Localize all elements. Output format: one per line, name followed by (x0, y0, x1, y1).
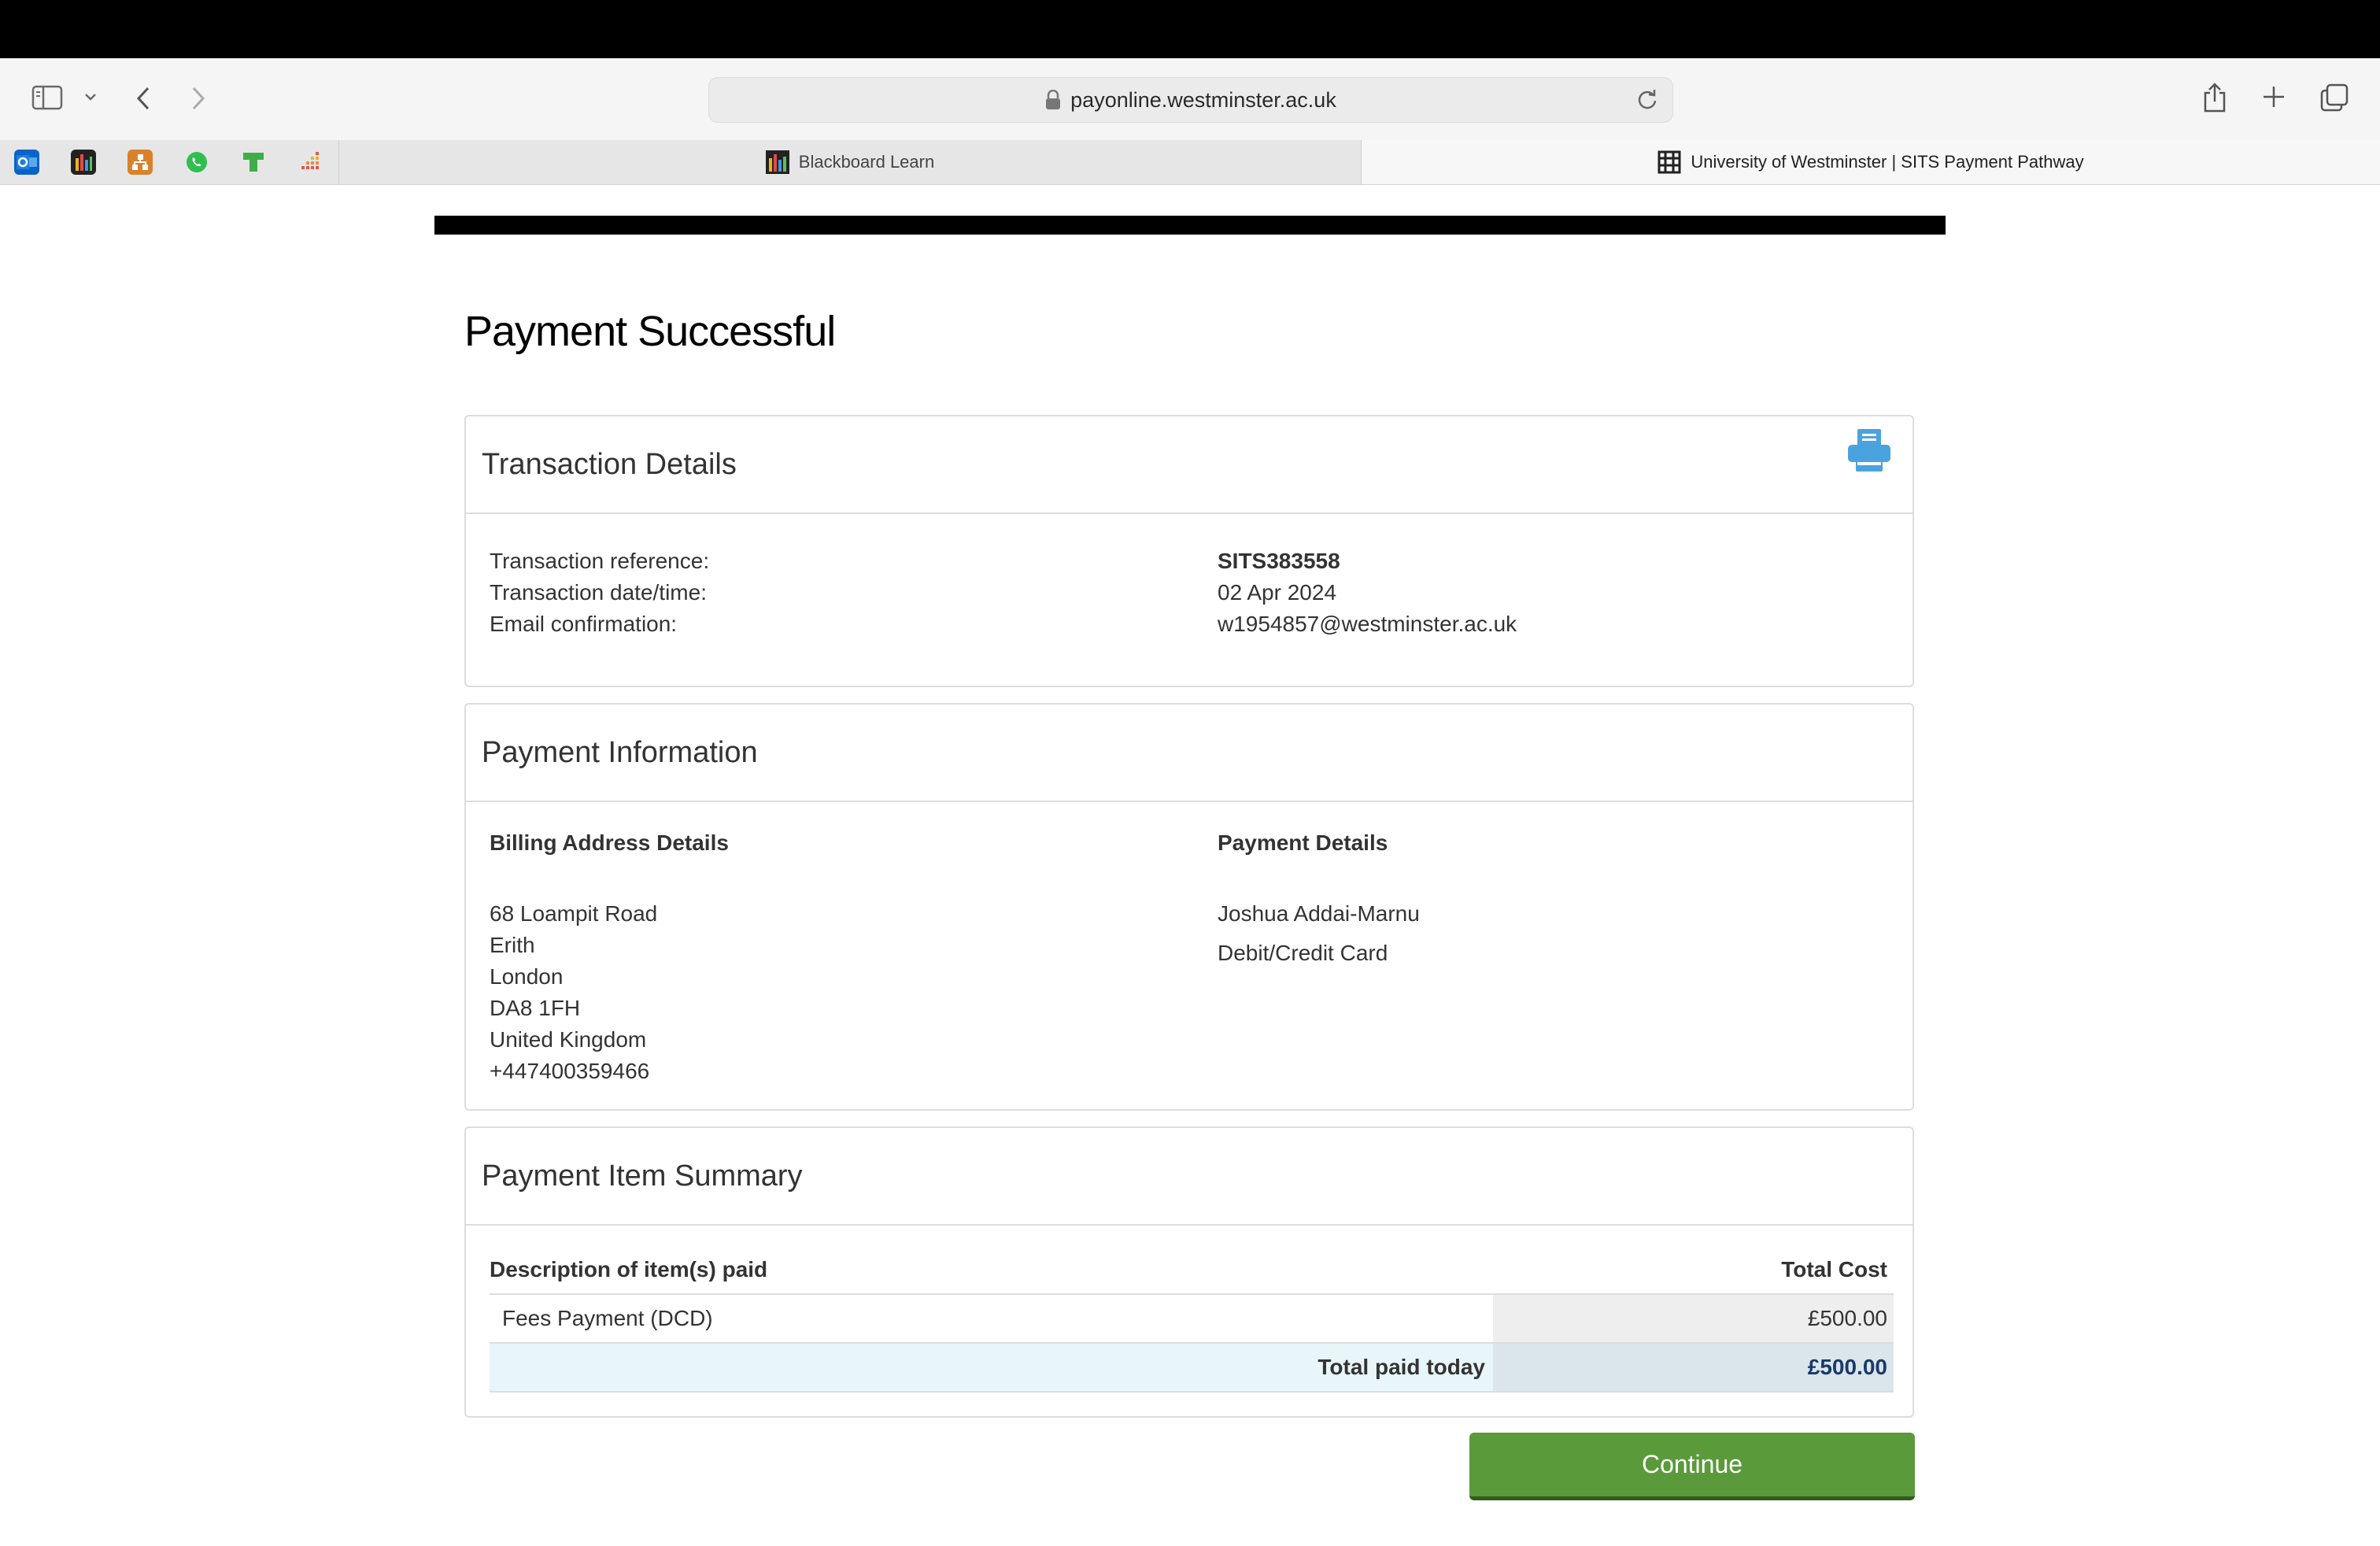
page-title: Payment Successful (464, 308, 836, 355)
header-banner (434, 216, 1946, 235)
screen-top-bar (0, 0, 2380, 58)
reference-value: SITS383558 (1218, 549, 1340, 573)
billing-line: +447400359466 (490, 1059, 650, 1083)
url-text: payonline.westminster.ac.uk (1070, 87, 1336, 112)
billing-line: Erith (490, 933, 535, 957)
email-value: w1954857@westminster.ac.uk (1218, 612, 1517, 636)
address-bar[interactable]: payonline.westminster.ac.uk (708, 77, 1673, 123)
tab-bar: Blackboard Learn University of Westminst… (0, 140, 2380, 185)
table-header-row: Description of item(s) paid Total Cost (490, 1254, 1894, 1295)
summary-table: Description of item(s) paid Total Cost F… (490, 1254, 1894, 1393)
datetime-label: Transaction date/time: (490, 580, 707, 605)
whatsapp-icon[interactable] (184, 150, 209, 175)
total-row: Total paid today £500.00 (490, 1343, 1894, 1393)
building-icon (1658, 150, 1681, 174)
new-tab-icon[interactable] (2262, 85, 2286, 109)
payment-summary-panel: Payment Item Summary Description of item… (464, 1126, 1914, 1418)
chart-bars-icon (765, 150, 789, 174)
total-value: £500.00 (1493, 1343, 1894, 1393)
payment-details-heading: Payment Details (1218, 830, 1388, 855)
payment-information-panel: Payment Information Billing Address Deta… (464, 703, 1914, 1111)
panel-heading: Payment Item Summary (466, 1128, 1913, 1226)
payer-name: Joshua Addai-Marnu (1218, 901, 1420, 926)
transaction-details-heading: Transaction Details (482, 447, 737, 481)
sidebar-toggle-icon[interactable] (31, 85, 63, 110)
payment-summary-heading: Payment Item Summary (482, 1159, 803, 1193)
item-description: Fees Payment (DCD) (490, 1294, 1493, 1344)
outlook-icon[interactable] (14, 150, 39, 175)
total-label: Total paid today (490, 1343, 1493, 1393)
printer-icon[interactable] (1846, 427, 1892, 481)
chart-bars-icon[interactable] (71, 150, 96, 175)
table-row: Fees Payment (DCD) £500.00 (490, 1294, 1894, 1344)
billing-line: DA8 1FH (490, 996, 581, 1020)
panel-heading: Transaction Details (466, 416, 1913, 514)
network-icon[interactable] (128, 150, 153, 175)
tab-overview-icon[interactable] (2320, 83, 2349, 112)
tab-blackboard[interactable]: Blackboard Learn (339, 140, 1361, 184)
billing-line: London (490, 964, 564, 989)
tab-sits-payment[interactable]: University of Westminster | SITS Payment… (1362, 140, 2380, 184)
transaction-details-panel: Transaction Details Transaction referenc… (464, 415, 1914, 687)
browser-toolbar: payonline.westminster.ac.uk (0, 58, 2380, 140)
billing-line: 68 Loampit Road (490, 901, 658, 926)
lock-icon (1045, 90, 1061, 110)
share-icon[interactable] (2202, 82, 2227, 113)
description-column-header: Description of item(s) paid (490, 1254, 1493, 1295)
billing-heading: Billing Address Details (490, 830, 729, 855)
payment-method: Debit/Credit Card (1218, 941, 1388, 965)
billing-line: United Kingdom (490, 1027, 647, 1052)
chevron-down-icon[interactable] (83, 91, 98, 102)
forward-icon[interactable] (189, 85, 208, 112)
email-label: Email confirmation: (490, 612, 678, 636)
dots-chart-icon[interactable] (298, 150, 323, 175)
item-cost: £500.00 (1493, 1294, 1894, 1344)
reload-icon[interactable] (1636, 88, 1658, 117)
datetime-value: 02 Apr 2024 (1218, 580, 1337, 605)
payment-information-heading: Payment Information (482, 735, 758, 769)
cost-column-header: Total Cost (1493, 1254, 1894, 1295)
green-block-icon[interactable] (241, 150, 266, 175)
back-icon[interactable] (134, 85, 153, 112)
tab-label: University of Westminster | SITS Payment… (1691, 152, 2084, 172)
tab-label: Blackboard Learn (798, 152, 935, 172)
reference-label: Transaction reference: (490, 549, 710, 573)
continue-button[interactable]: Continue (1469, 1433, 1915, 1500)
panel-heading: Payment Information (466, 705, 1913, 802)
